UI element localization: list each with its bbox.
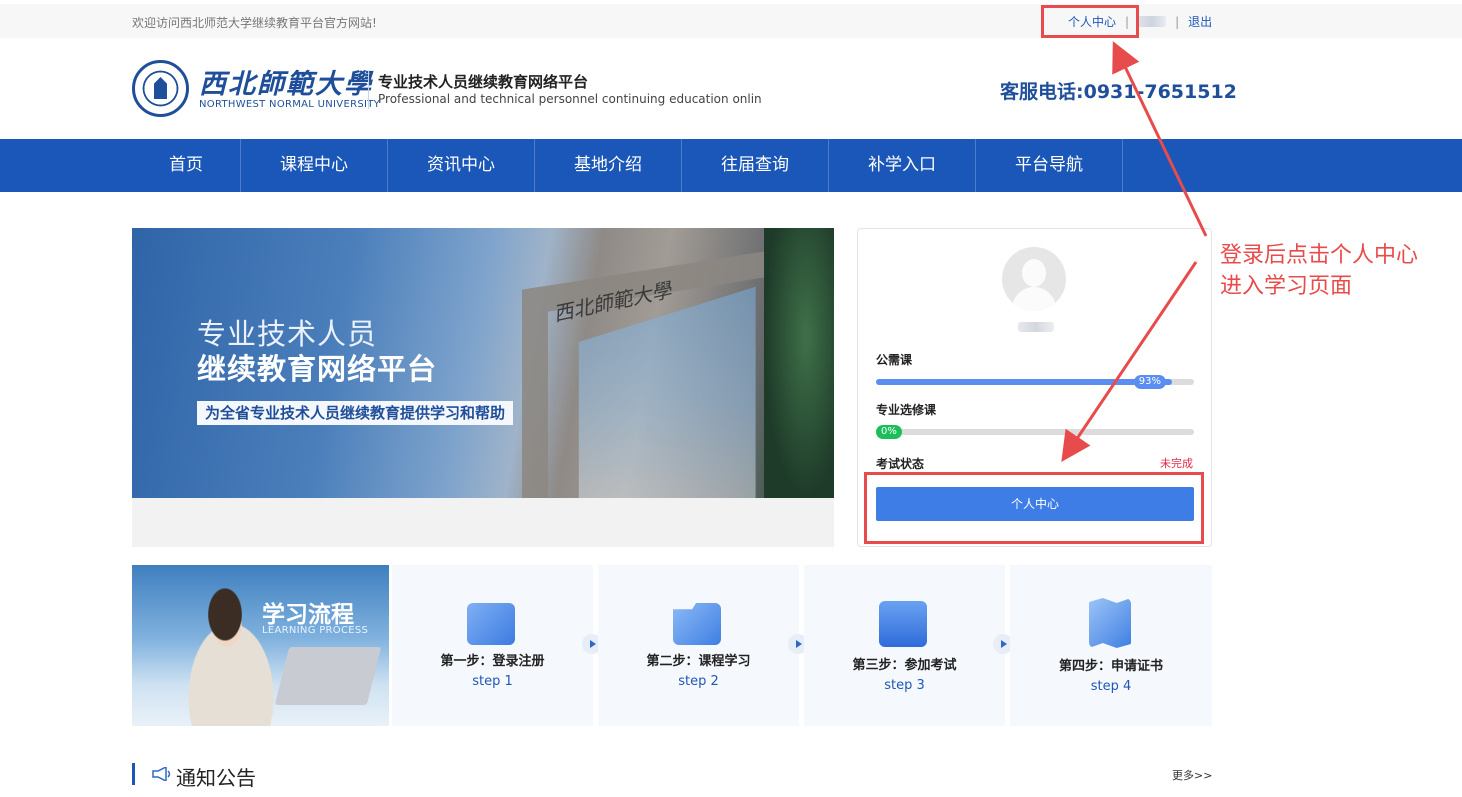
nav-item-history[interactable]: 往届查询 — [682, 139, 829, 192]
logout-link[interactable]: 退出 — [1188, 13, 1212, 30]
nav-item-navigation[interactable]: 平台导航 — [976, 139, 1123, 192]
annotation-highlight-box — [1041, 5, 1139, 38]
laptop-image — [274, 647, 382, 705]
folder-icon — [673, 603, 721, 645]
welcome-text: 欢迎访问西北师范大学继续教育平台官方网站! — [132, 16, 377, 30]
process-title: 学习流程 — [262, 602, 354, 628]
map-certificate-icon — [1089, 598, 1131, 648]
notice-accent-bar — [132, 763, 135, 785]
site-header: 西北師範大學 NORTHWEST NORMAL UNIVERSITY 专业技术人… — [0, 38, 1462, 139]
platform-title-cn: 专业技术人员继续教育网络平台 — [378, 73, 589, 91]
banner-tagline: 为全省专业技术人员继续教育提供学习和帮助 — [197, 401, 514, 425]
exam-icon — [879, 601, 927, 647]
annotation-text: 登录后点击个人中心 进入学习页面 — [1220, 240, 1418, 302]
nav-item-home[interactable]: 首页 — [132, 139, 241, 192]
step-card-2[interactable]: 第二步：课程学习 step 2 — [598, 565, 799, 726]
step-title: 第二步：课程学习 — [646, 654, 751, 669]
required-course-label: 公需课 — [876, 353, 913, 367]
username-redacted — [1138, 16, 1167, 27]
logo-divider — [368, 71, 369, 109]
required-progress-fill — [876, 379, 1172, 385]
nav-item-base[interactable]: 基地介绍 — [535, 139, 682, 192]
top-bar: 欢迎访问西北师范大学继续教育平台官方网站! 个人中心 | | 退出 — [0, 4, 1462, 38]
step-sub: step 2 — [678, 674, 719, 689]
hotline: 客服电话:0931-7651512 — [1000, 81, 1237, 103]
step-sub: step 3 — [884, 678, 925, 693]
username-redacted — [1018, 322, 1054, 332]
banner-line2: 继续教育网络平台 — [197, 352, 438, 386]
exam-status-label: 考试状态 — [876, 457, 925, 471]
banner-trees — [764, 228, 834, 498]
nav-item-courses[interactable]: 课程中心 — [241, 139, 388, 192]
required-progress-bar: 93% — [876, 375, 1194, 389]
elective-progress-bar: 0% — [876, 425, 1194, 439]
platform-title-en: Professional and technical personnel con… — [378, 92, 762, 106]
step-title: 第一步：登录注册 — [440, 654, 545, 669]
main-nav: 首页 课程中心 资讯中心 基地介绍 往届查询 补学入口 平台导航 — [0, 139, 1462, 192]
notice-title: 通知公告 — [176, 766, 256, 790]
separator: | — [1175, 14, 1180, 29]
avatar — [1002, 247, 1066, 311]
university-name-cn: 西北師範大學 — [199, 69, 373, 100]
nav-item-news[interactable]: 资讯中心 — [388, 139, 535, 192]
annotation-line2: 进入学习页面 — [1220, 274, 1353, 299]
step-title: 第四步：申请证书 — [1058, 659, 1163, 674]
more-link[interactable]: 更多>> — [1172, 767, 1212, 783]
learning-process-banner: 学习流程 LEARNING PROCESS — [132, 565, 389, 726]
step-card-4[interactable]: 第四步：申请证书 step 4 — [1010, 565, 1212, 726]
step-card-1[interactable]: 第一步：登录注册 step 1 — [392, 565, 593, 726]
elective-course-label: 专业选修课 — [876, 403, 937, 417]
step-sub: step 4 — [1090, 679, 1132, 694]
banner-footer — [132, 498, 834, 547]
image-icon — [467, 603, 515, 645]
megaphone-icon — [152, 767, 171, 781]
step-title: 第三步：参加考试 — [852, 658, 957, 673]
university-seal-icon[interactable] — [132, 60, 189, 117]
annotation-line1: 登录后点击个人中心 — [1220, 243, 1419, 268]
annotation-highlight-box — [864, 472, 1204, 544]
step-sub: step 1 — [472, 674, 513, 689]
exam-status-value: 未完成 — [1160, 457, 1193, 470]
university-name-en: NORTHWEST NORMAL UNIVERSITY — [199, 99, 381, 110]
required-progress-text: 93% — [1133, 375, 1166, 389]
hero-banner[interactable]: 西北師範大學 专业技术人员 继续教育网络平台 为全省专业技术人员继续教育提供学习… — [132, 228, 834, 498]
nav-item-makeup[interactable]: 补学入口 — [829, 139, 976, 192]
process-subtitle: LEARNING PROCESS — [262, 625, 369, 636]
step-card-3[interactable]: 第三步：参加考试 step 3 — [804, 565, 1005, 726]
elective-progress-text: 0% — [876, 425, 902, 439]
